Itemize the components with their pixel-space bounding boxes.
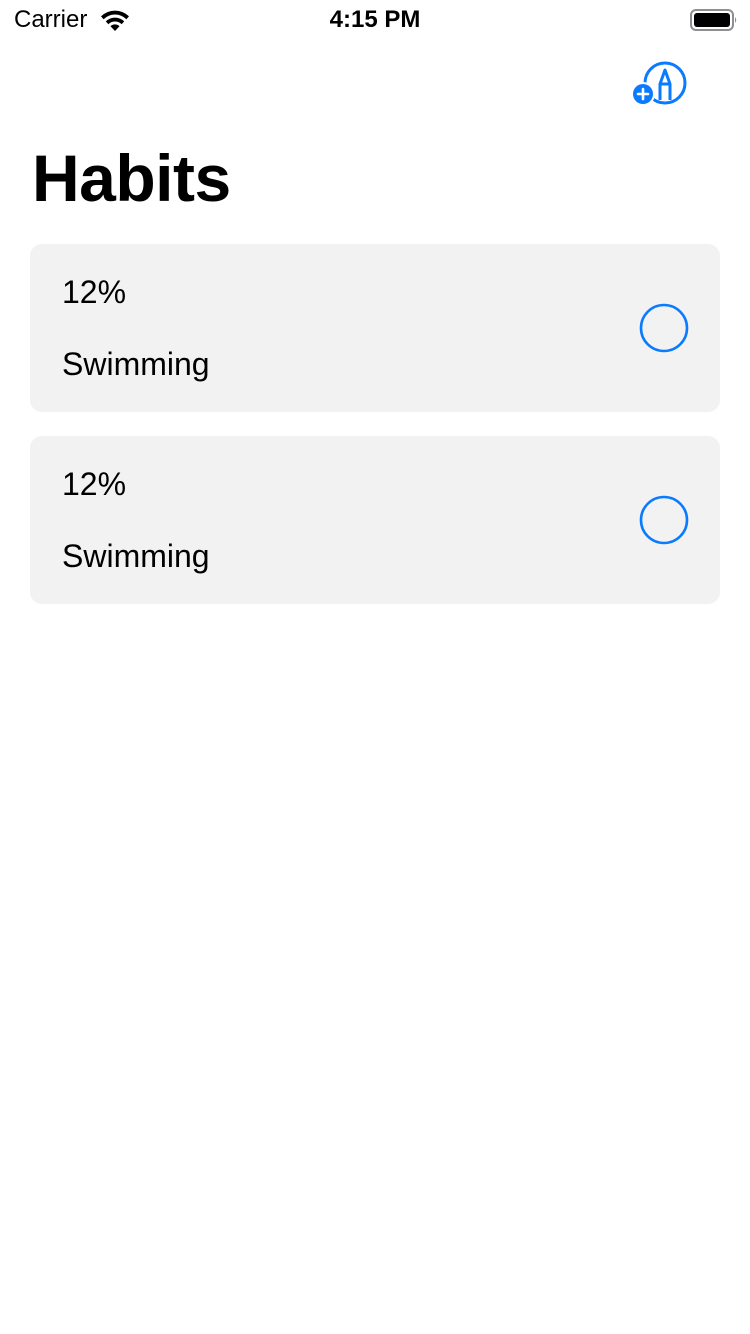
status-bar: Carrier 4:15 PM bbox=[0, 0, 750, 40]
page-title: Habits bbox=[32, 141, 231, 215]
status-time: 4:15 PM bbox=[329, 6, 421, 33]
habit-name: Swimming bbox=[62, 346, 210, 382]
circle-checkbox-icon[interactable] bbox=[639, 303, 689, 353]
habit-progress: 12% bbox=[62, 274, 127, 310]
habit-list: 12% Swimming 12% Swimming bbox=[30, 244, 720, 628]
habit-card[interactable]: 12% Swimming bbox=[30, 436, 720, 604]
battery-icon bbox=[690, 9, 737, 31]
screen: Carrier 4:15 PM Habits 12% Swimming 12% … bbox=[0, 0, 750, 1334]
circle-checkbox-icon[interactable] bbox=[639, 495, 689, 545]
habit-progress: 12% bbox=[62, 466, 127, 502]
habit-name: Swimming bbox=[62, 538, 210, 574]
add-habit-icon[interactable] bbox=[630, 60, 690, 108]
habit-card[interactable]: 12% Swimming bbox=[30, 244, 720, 412]
